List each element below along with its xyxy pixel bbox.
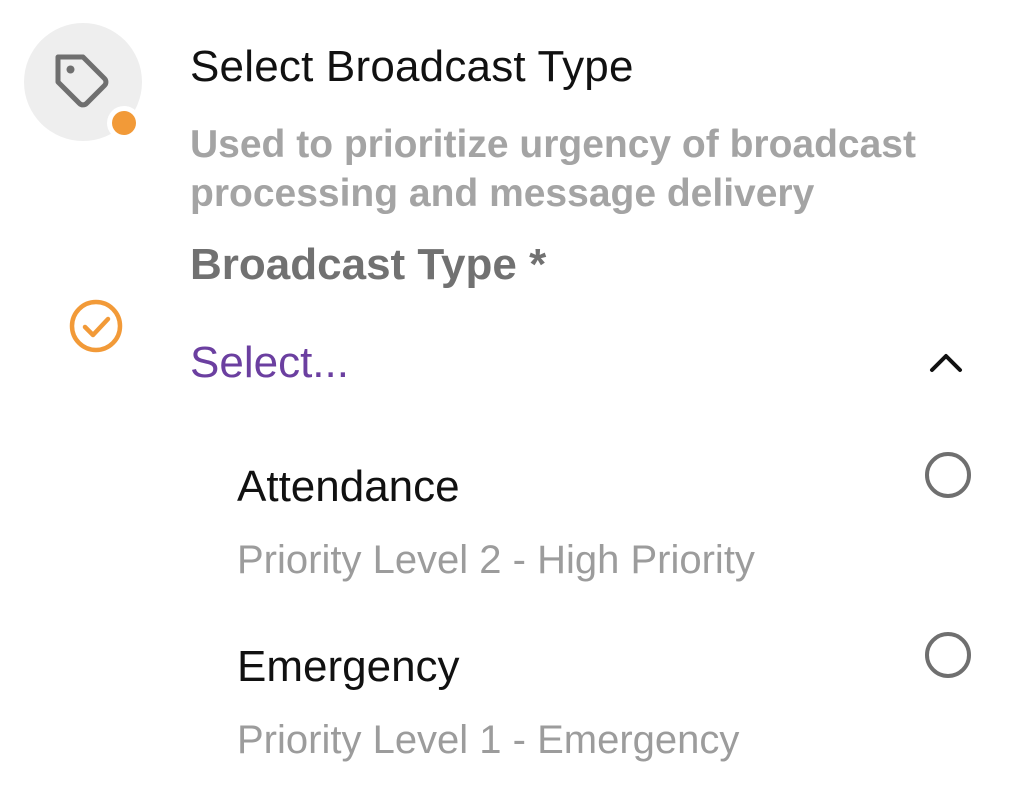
- radio-button[interactable]: [925, 632, 971, 678]
- step-title: Select Broadcast Type: [190, 42, 634, 91]
- chevron-up-icon[interactable]: [928, 350, 964, 374]
- check-circle-icon: [69, 299, 123, 353]
- tag-icon: [55, 54, 109, 108]
- option-subtitle: Priority Level 1 - Emergency: [237, 718, 740, 762]
- option-attendance[interactable]: Attendance Priority Level 2 - High Prior…: [237, 452, 987, 612]
- option-emergency[interactable]: Emergency Priority Level 1 - Emergency: [237, 632, 987, 790]
- status-dot: [107, 106, 141, 140]
- step-description: Used to prioritize urgency of broadcast …: [190, 123, 916, 215]
- broadcast-type-label: Broadcast Type *: [190, 240, 547, 289]
- radio-button[interactable]: [925, 452, 971, 498]
- option-title: Attendance: [237, 462, 460, 511]
- broadcast-type-select[interactable]: Select...: [190, 330, 980, 402]
- option-subtitle: Priority Level 2 - High Priority: [237, 538, 755, 582]
- select-placeholder: Select...: [190, 338, 349, 387]
- status-dot-fill: [112, 111, 136, 135]
- option-title: Emergency: [237, 642, 460, 691]
- broadcast-type-step: Select Broadcast Type Used to prioritize…: [0, 0, 1013, 790]
